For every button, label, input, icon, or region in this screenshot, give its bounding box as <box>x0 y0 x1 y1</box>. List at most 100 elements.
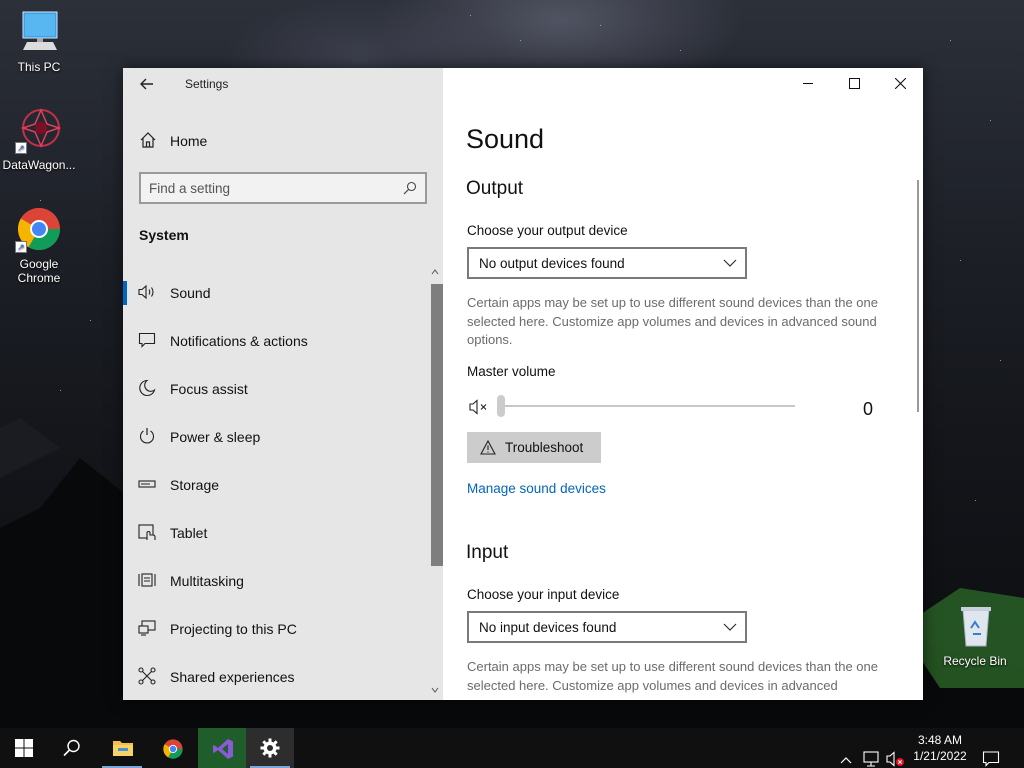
title-bar: Settings <box>123 68 443 100</box>
shortcut-arrow-icon: ↗ <box>15 142 27 154</box>
chrome-icon <box>163 739 183 759</box>
sidebar-item-shared-experiences[interactable]: Shared experiences <box>123 653 427 700</box>
chevron-down-icon <box>723 259 737 267</box>
search-icon[interactable] <box>403 181 417 195</box>
chrome-icon: ↗ <box>15 205 63 253</box>
monitor-icon <box>15 8 63 56</box>
sidebar-item-sound[interactable]: Sound <box>123 269 427 317</box>
output-device-label: Choose your output device <box>467 223 628 238</box>
speaker-muted-icon[interactable] <box>469 397 491 417</box>
sidebar-item-label: Storage <box>170 477 220 493</box>
action-center-icon[interactable] <box>982 739 1000 768</box>
output-device-value: No output devices found <box>479 256 625 271</box>
gear-icon <box>260 738 280 758</box>
warning-icon <box>480 440 496 455</box>
power-icon <box>139 428 155 444</box>
network-icon[interactable] <box>862 739 880 768</box>
taskbar-clock[interactable]: 3:48 AM 1/21/2022 <box>902 732 978 764</box>
taskbar: 3:48 AM 1/21/2022 <box>0 728 1024 768</box>
sidebar-item-label: Focus assist <box>170 381 248 397</box>
start-button[interactable] <box>0 728 48 768</box>
sidebar-item-notifications[interactable]: Notifications & actions <box>123 317 427 365</box>
folder-icon <box>113 741 133 756</box>
chevron-down-icon <box>723 623 737 631</box>
sidebar-item-projecting[interactable]: Projecting to this PC <box>123 605 427 653</box>
search-box[interactable] <box>139 172 427 204</box>
desktop-icon-label: DataWagon... <box>2 158 76 172</box>
moon-icon <box>139 379 156 396</box>
taskbar-file-explorer[interactable] <box>98 728 146 768</box>
projecting-icon <box>138 620 156 636</box>
taskbar-chrome[interactable] <box>148 728 196 768</box>
input-device-label: Choose your input device <box>467 587 620 602</box>
chevron-up-icon[interactable] <box>840 741 852 768</box>
troubleshoot-label: Troubleshoot <box>505 440 584 455</box>
desktop-icon-this-pc[interactable]: This PC <box>0 8 78 74</box>
input-heading: Input <box>466 542 509 563</box>
app-title: Settings <box>185 77 229 91</box>
selection-indicator <box>123 281 127 305</box>
volume-value: 0 <box>863 399 874 419</box>
close-button[interactable] <box>877 68 923 100</box>
sidebar: Settings Home System Sound <box>123 68 446 700</box>
speaker-icon <box>138 284 154 300</box>
maximize-icon <box>849 78 860 89</box>
master-volume-row: 0 <box>467 393 887 423</box>
nav-list: Sound Notifications & actions Focus assi… <box>123 269 427 700</box>
datawagon-icon: ↗ <box>15 106 63 154</box>
search-icon <box>63 739 80 757</box>
sidebar-item-power-sleep[interactable]: Power & sleep <box>123 413 427 461</box>
minimize-button[interactable] <box>785 68 831 100</box>
recycle-bin-icon <box>951 602 999 650</box>
home-nav-item[interactable]: Home <box>123 126 443 156</box>
manage-sound-devices-link[interactable]: Manage sound devices <box>467 481 606 496</box>
desktop-icon-datawagon[interactable]: ↗ DataWagon... <box>0 106 78 172</box>
volume-slider-thumb[interactable] <box>497 395 505 417</box>
page-title: Sound <box>466 124 545 154</box>
tablet-icon <box>138 524 156 540</box>
scroll-down-icon[interactable] <box>431 686 439 694</box>
settings-window: Settings Home System Sound <box>123 68 923 700</box>
window-controls <box>783 68 923 100</box>
windows-logo-icon <box>15 739 33 757</box>
sidebar-item-label: Projecting to this PC <box>170 621 297 637</box>
desktop-icon-google-chrome[interactable]: ↗ Google Chrome <box>0 205 78 285</box>
sidebar-item-focus-assist[interactable]: Focus assist <box>123 365 427 413</box>
content-scrollbar[interactable] <box>917 180 919 412</box>
home-label: Home <box>170 133 208 149</box>
input-device-dropdown[interactable]: No input devices found <box>467 611 747 643</box>
sidebar-item-tablet[interactable]: Tablet <box>123 509 427 557</box>
home-icon <box>140 132 156 148</box>
sidebar-item-label: Tablet <box>170 525 208 541</box>
volume-slider-track[interactable] <box>499 405 795 407</box>
desktop-icon-label: Recycle Bin <box>943 654 1007 668</box>
sidebar-item-storage[interactable]: Storage <box>123 461 427 509</box>
taskbar-settings[interactable] <box>246 728 294 768</box>
master-volume-label: Master volume <box>467 364 556 379</box>
clock-time: 3:48 AM <box>917 733 963 747</box>
output-description: Certain apps may be set up to use differ… <box>467 295 878 347</box>
troubleshoot-button[interactable]: Troubleshoot <box>467 432 601 463</box>
taskbar-search-button[interactable] <box>48 728 96 768</box>
desktop-icon-recycle-bin[interactable]: Recycle Bin <box>936 602 1014 668</box>
taskbar-visual-studio[interactable] <box>198 728 246 768</box>
scroll-up-icon[interactable] <box>431 268 439 276</box>
sidebar-item-multitasking[interactable]: Multitasking <box>123 557 427 605</box>
back-arrow-icon <box>140 78 153 90</box>
multitasking-icon <box>138 573 156 587</box>
back-button[interactable] <box>133 72 161 96</box>
clock-date: 1/21/2022 <box>913 749 967 763</box>
maximize-button[interactable] <box>831 68 877 100</box>
input-description: Certain apps may be set up to use differ… <box>467 659 878 693</box>
sidebar-item-label: Notifications & actions <box>170 333 308 349</box>
search-input[interactable] <box>149 179 389 197</box>
notifications-icon <box>138 332 156 348</box>
content-pane: Sound Output Choose your output device N… <box>443 68 923 700</box>
storage-icon <box>138 480 156 488</box>
output-heading: Output <box>466 178 524 199</box>
input-device-value: No input devices found <box>479 620 617 635</box>
sidebar-item-label: Multitasking <box>170 573 244 589</box>
sidebar-scrollbar[interactable] <box>427 266 446 700</box>
output-device-dropdown[interactable]: No output devices found <box>467 247 747 279</box>
minimize-icon <box>803 83 813 84</box>
